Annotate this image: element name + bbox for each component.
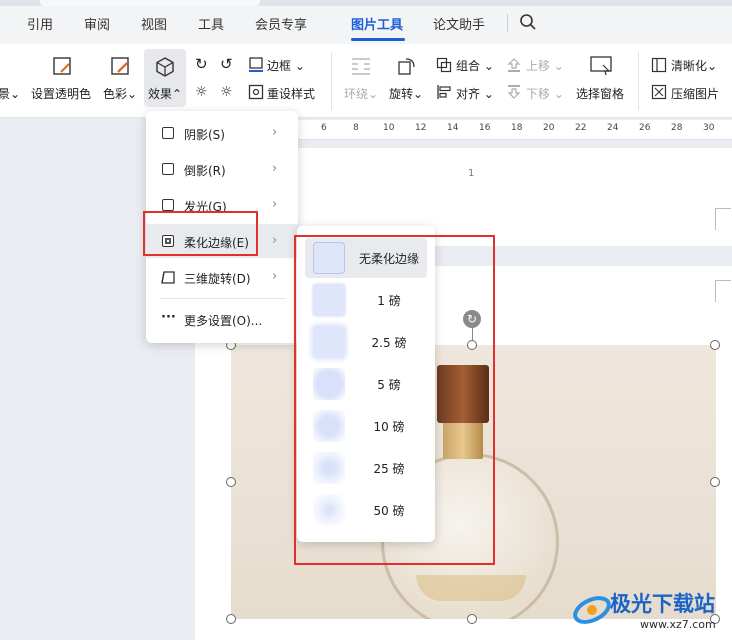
color-button[interactable]: 色彩⌄ — [103, 85, 137, 102]
ribbon-divider — [331, 52, 332, 110]
shadow-icon — [162, 127, 174, 139]
ribbon-partial-button[interactable]: 景⌄ — [0, 85, 20, 102]
glow-icon — [162, 199, 174, 211]
reset-style-icon — [248, 84, 264, 100]
tab-tools[interactable]: 工具 — [198, 14, 224, 33]
menu-tab-bar: 引用 审阅 视图 工具 会员专享 图片工具 论文助手 — [0, 0, 732, 44]
tab-review[interactable]: 审阅 — [84, 14, 110, 33]
margin-corner-mark — [715, 208, 731, 230]
chevron-right-icon: › — [272, 269, 278, 284]
resize-handle-bottom-left[interactable] — [226, 614, 236, 624]
resize-handle-right[interactable] — [710, 477, 720, 487]
effects-button[interactable]: 效果⌃ — [144, 49, 186, 107]
menu-item-more-settings[interactable]: ··· 更多设置(O)... — [146, 302, 298, 336]
ruler-mark: 22 — [575, 123, 587, 133]
group-button[interactable]: 组合 ⌄ — [456, 57, 494, 74]
selection-pane-button[interactable]: 选择窗格 — [576, 85, 624, 102]
menu-item-reflection[interactable]: 倒影(R) › — [146, 152, 298, 186]
document-tab-strip — [0, 0, 732, 6]
ruler-mark: 30 — [703, 123, 715, 133]
annotation-highlight-soft-edges — [143, 211, 258, 256]
reflection-icon — [162, 163, 174, 175]
resize-handle-bottom[interactable] — [467, 614, 477, 624]
ruler-mark: 16 — [479, 123, 491, 133]
brightness-icon[interactable]: ☼ — [195, 84, 208, 100]
image-liquid-shape — [416, 575, 526, 601]
chevron-right-icon: › — [272, 197, 278, 212]
rotate-left-icon[interactable]: ↻ — [195, 55, 208, 73]
watermark-name: 极光下载站 — [610, 592, 715, 616]
ruler-mark: 6 — [321, 123, 327, 133]
menu-item-label: 更多设置(O)... — [184, 314, 263, 328]
color-icon — [111, 57, 129, 75]
ruler-mark: 12 — [415, 123, 427, 133]
border-icon — [249, 57, 263, 72]
menu-item-label: 阴影(S) — [184, 128, 225, 142]
resize-handle-top-right[interactable] — [710, 340, 720, 350]
more-icon: ··· — [161, 310, 176, 325]
search-icon[interactable] — [518, 12, 538, 32]
resize-handle-left[interactable] — [226, 477, 236, 487]
chevron-right-icon: › — [272, 125, 278, 140]
menu-item-label: 三维旋转(D) — [184, 272, 251, 286]
group-icon — [436, 57, 452, 73]
tab-view[interactable]: 视图 — [141, 14, 167, 33]
chevron-right-icon: › — [272, 161, 278, 176]
bring-forward-icon — [507, 58, 521, 72]
ruler-mark: 26 — [639, 123, 651, 133]
ruler-mark: 14 — [447, 123, 459, 133]
menu-item-shadow[interactable]: 阴影(S) › — [146, 116, 298, 150]
tab-member[interactable]: 会员专享 — [255, 14, 307, 33]
ruler-mark: 24 — [607, 123, 619, 133]
chevron-right-icon: › — [272, 233, 278, 248]
tab-references[interactable]: 引用 — [27, 14, 53, 33]
ruler-mark: 28 — [671, 123, 683, 133]
rotate-button[interactable]: 旋转⌄ — [389, 85, 423, 102]
send-backward-icon — [507, 85, 521, 99]
effects-label: 效果⌃ — [148, 87, 183, 101]
tab-picture-tools[interactable]: 图片工具 — [351, 14, 403, 33]
wrap-button[interactable]: 环绕⌄ — [344, 85, 378, 102]
ruler-mark: 10 — [383, 123, 395, 133]
menu-item-3d-rotation[interactable]: 三维旋转(D) › — [146, 260, 298, 294]
watermark-url: www.xz7.com — [640, 618, 716, 631]
ruler-mark: 18 — [511, 123, 523, 133]
3d-rotation-icon — [161, 271, 175, 284]
ribbon-divider — [638, 52, 639, 110]
active-tab-indicator — [351, 38, 405, 41]
annotation-highlight-submenu — [294, 235, 495, 565]
rotate-right-icon[interactable]: ↺ — [220, 55, 233, 73]
compress-picture-button[interactable]: 压缩图片 — [671, 85, 719, 102]
sharpen-button[interactable]: 清晰化⌄ — [671, 57, 717, 74]
align-icon — [437, 85, 451, 99]
ruler-mark: 20 — [543, 123, 555, 133]
compress-icon — [651, 84, 667, 100]
sharpen-icon — [651, 57, 667, 73]
rotate-icon — [398, 58, 415, 75]
reset-style-button[interactable]: 重设样式 — [267, 85, 315, 102]
selection-pane-icon — [590, 56, 612, 76]
cube-effect-icon — [156, 57, 174, 77]
menu-item-label: 倒影(R) — [184, 164, 226, 178]
menu-divider — [160, 298, 286, 299]
wrap-icon — [352, 58, 370, 75]
margin-corner-mark — [715, 280, 731, 302]
horizontal-ruler: 6 8 10 12 14 16 18 20 22 24 26 28 30 — [295, 120, 732, 140]
bring-forward-button[interactable]: 上移 ⌄ — [526, 57, 564, 74]
page-number: 1 — [468, 168, 475, 179]
ruler-mark: 8 — [353, 123, 359, 133]
set-transparent-icon — [53, 57, 71, 75]
align-button[interactable]: 对齐 ⌄ — [456, 85, 494, 102]
contrast-icon[interactable]: ☼ — [220, 84, 233, 100]
border-button[interactable]: 边框 ⌄ — [267, 57, 305, 74]
send-backward-button[interactable]: 下移 ⌄ — [526, 85, 564, 102]
tab-divider — [507, 14, 508, 32]
set-transparent-button[interactable]: 设置透明色 — [31, 85, 91, 102]
ribbon-toolbar: 景⌄ 设置透明色 色彩⌄ 效果⌃ ↻ ↺ ☼ ☼ 边框 ⌄ 重设样式 环绕⌄ 旋… — [0, 44, 732, 118]
tab-paper-assistant[interactable]: 论文助手 — [433, 14, 485, 33]
